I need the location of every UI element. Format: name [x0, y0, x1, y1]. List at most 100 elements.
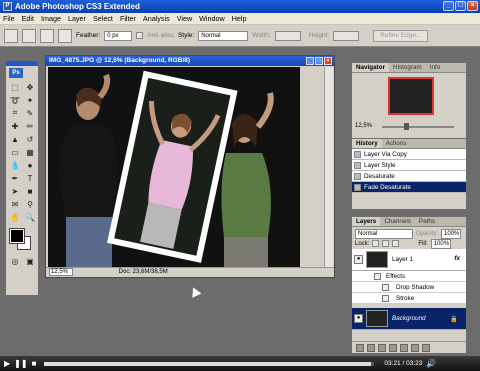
lock-all-icon[interactable]	[392, 240, 400, 247]
lock-position-icon[interactable]	[382, 240, 390, 247]
brush-tool-icon[interactable]: ✏	[23, 120, 37, 132]
doc-close-button[interactable]: ×	[324, 57, 332, 65]
tab-channels[interactable]: Channels	[380, 217, 415, 226]
lasso-tool-icon[interactable]: ➰	[8, 94, 22, 106]
menu-help[interactable]: Help	[232, 14, 247, 23]
foreground-color-swatch[interactable]	[9, 228, 25, 244]
tab-navigator[interactable]: Navigator	[352, 63, 390, 72]
maximize-button[interactable]: □	[455, 1, 466, 11]
add-selection-icon[interactable]	[40, 28, 54, 43]
tab-paths[interactable]: Paths	[415, 217, 439, 226]
history-item-selected[interactable]: Fade Desaturate	[352, 182, 466, 193]
stop-icon[interactable]: ■	[32, 359, 37, 368]
new-group-icon[interactable]	[400, 343, 408, 352]
history-item[interactable]: Desaturate	[352, 171, 466, 182]
tab-history[interactable]: History	[352, 139, 382, 148]
opacity-input[interactable]: 100%	[441, 228, 462, 239]
tab-layers[interactable]: Layers	[352, 217, 381, 226]
lock-pixels-icon[interactable]	[372, 240, 380, 247]
document-title-bar[interactable]: IMG_4875.JPG @ 12,5% (Background, RGB/8)…	[46, 56, 334, 66]
healing-brush-icon[interactable]: ✚	[8, 120, 22, 132]
move-tool-icon[interactable]: ✥	[23, 81, 37, 93]
tab-info[interactable]: Info	[426, 63, 445, 72]
volume-icon[interactable]: 🔊	[426, 359, 436, 368]
history-item[interactable]: Layer Style	[352, 160, 466, 171]
eye-icon[interactable]	[374, 273, 381, 280]
history-item[interactable]: Layer Via Copy	[352, 149, 466, 160]
menu-image[interactable]: Image	[41, 14, 61, 23]
doc-zoom-field[interactable]: 12,5%	[49, 268, 73, 276]
link-layers-icon[interactable]	[356, 343, 364, 352]
hand-tool-icon[interactable]: ✋	[8, 211, 22, 223]
gradient-tool-icon[interactable]: ▦	[23, 146, 37, 158]
subtract-selection-icon[interactable]	[58, 28, 72, 43]
adjustment-layer-icon[interactable]	[389, 343, 397, 352]
marquee-tool-icon[interactable]: ⬚	[8, 81, 22, 93]
refine-edge-button[interactable]: Refine Edge...	[373, 29, 429, 42]
close-button[interactable]: ×	[467, 1, 478, 11]
pen-tool-icon[interactable]: ✒	[8, 172, 22, 184]
navigator-zoom-slider[interactable]	[382, 123, 454, 130]
doc-minimize-button[interactable]: _	[306, 57, 314, 65]
effect-row[interactable]: Stroke	[352, 293, 466, 304]
dodge-tool-icon[interactable]: ●	[23, 159, 37, 171]
blur-tool-icon[interactable]: 💧	[8, 159, 22, 171]
slider-knob[interactable]	[404, 123, 409, 130]
menu-filter[interactable]: Filter	[120, 14, 136, 23]
video-progress-bar[interactable]	[44, 361, 375, 366]
toolbox-grip[interactable]	[6, 61, 38, 66]
blend-mode-select[interactable]: Normal	[355, 228, 413, 239]
minimize-button[interactable]: _	[443, 1, 454, 11]
eyedropper-icon[interactable]: ⚲	[23, 198, 37, 210]
quick-mask-icon[interactable]: ◎	[8, 255, 22, 267]
crop-tool-icon[interactable]: ⌗	[8, 107, 22, 119]
eye-icon[interactable]: ●	[354, 314, 363, 323]
magic-wand-icon[interactable]: ✦	[23, 94, 37, 106]
navigator-thumbnail[interactable]	[388, 77, 434, 115]
navigator-zoom-value[interactable]: 12,5%	[355, 123, 372, 129]
height-input[interactable]	[333, 30, 360, 41]
ps-logo[interactable]: Ps	[9, 68, 23, 78]
marquee-tool-preset-button[interactable]	[4, 28, 18, 43]
tab-histogram[interactable]: Histogram	[389, 63, 426, 72]
feather-input[interactable]: 0 px	[104, 30, 133, 41]
menu-window[interactable]: Window	[199, 14, 225, 23]
document-vertical-scrollbar[interactable]	[324, 67, 333, 267]
menu-edit[interactable]: Edit	[22, 14, 34, 23]
history-brush-icon[interactable]: ↺	[23, 133, 37, 145]
shape-tool-icon[interactable]: ■	[23, 185, 37, 197]
menu-analysis[interactable]: Analysis	[143, 14, 170, 23]
slice-tool-icon[interactable]: ✎	[23, 107, 37, 119]
eye-icon[interactable]	[382, 284, 389, 291]
zoom-tool-icon[interactable]: 🔍	[23, 211, 37, 223]
doc-size-info[interactable]: Doc: 23,6M/38,5M	[119, 269, 168, 275]
antialias-checkbox[interactable]	[136, 32, 144, 39]
fill-input[interactable]: 100%	[430, 238, 451, 249]
path-select-icon[interactable]: ➤	[8, 185, 22, 197]
add-mask-icon[interactable]	[378, 343, 386, 352]
image-canvas[interactable]	[48, 67, 300, 267]
notes-tool-icon[interactable]: ✉	[8, 198, 22, 210]
menu-file[interactable]: File	[3, 14, 15, 23]
clone-stamp-icon[interactable]: ▲	[8, 133, 22, 145]
menu-layer[interactable]: Layer	[68, 14, 86, 23]
eye-icon[interactable]	[382, 295, 389, 302]
fx-icon[interactable]: fx	[454, 255, 460, 262]
type-tool-icon[interactable]: T	[23, 172, 37, 184]
trash-icon[interactable]	[422, 343, 430, 352]
pause-icon[interactable]: ❚❚	[14, 359, 27, 368]
effect-row[interactable]: Drop Shadow	[352, 282, 466, 293]
new-selection-icon[interactable]	[22, 28, 36, 43]
play-icon[interactable]: ▶	[4, 359, 10, 368]
layer-row-background[interactable]: ● Background 🔒	[352, 308, 466, 330]
new-layer-icon[interactable]	[411, 343, 419, 352]
style-select[interactable]: Normal	[198, 30, 249, 41]
width-input[interactable]	[274, 30, 301, 41]
screen-mode-icon[interactable]: ▣	[23, 255, 37, 267]
eraser-tool-icon[interactable]: ▭	[8, 146, 22, 158]
effects-row[interactable]: Effects	[352, 271, 466, 282]
doc-maximize-button[interactable]: □	[315, 57, 323, 65]
layer-row-layer1[interactable]: ● Layer 1 fx	[352, 249, 466, 271]
menu-view[interactable]: View	[177, 14, 192, 23]
menu-select[interactable]: Select	[93, 14, 113, 23]
